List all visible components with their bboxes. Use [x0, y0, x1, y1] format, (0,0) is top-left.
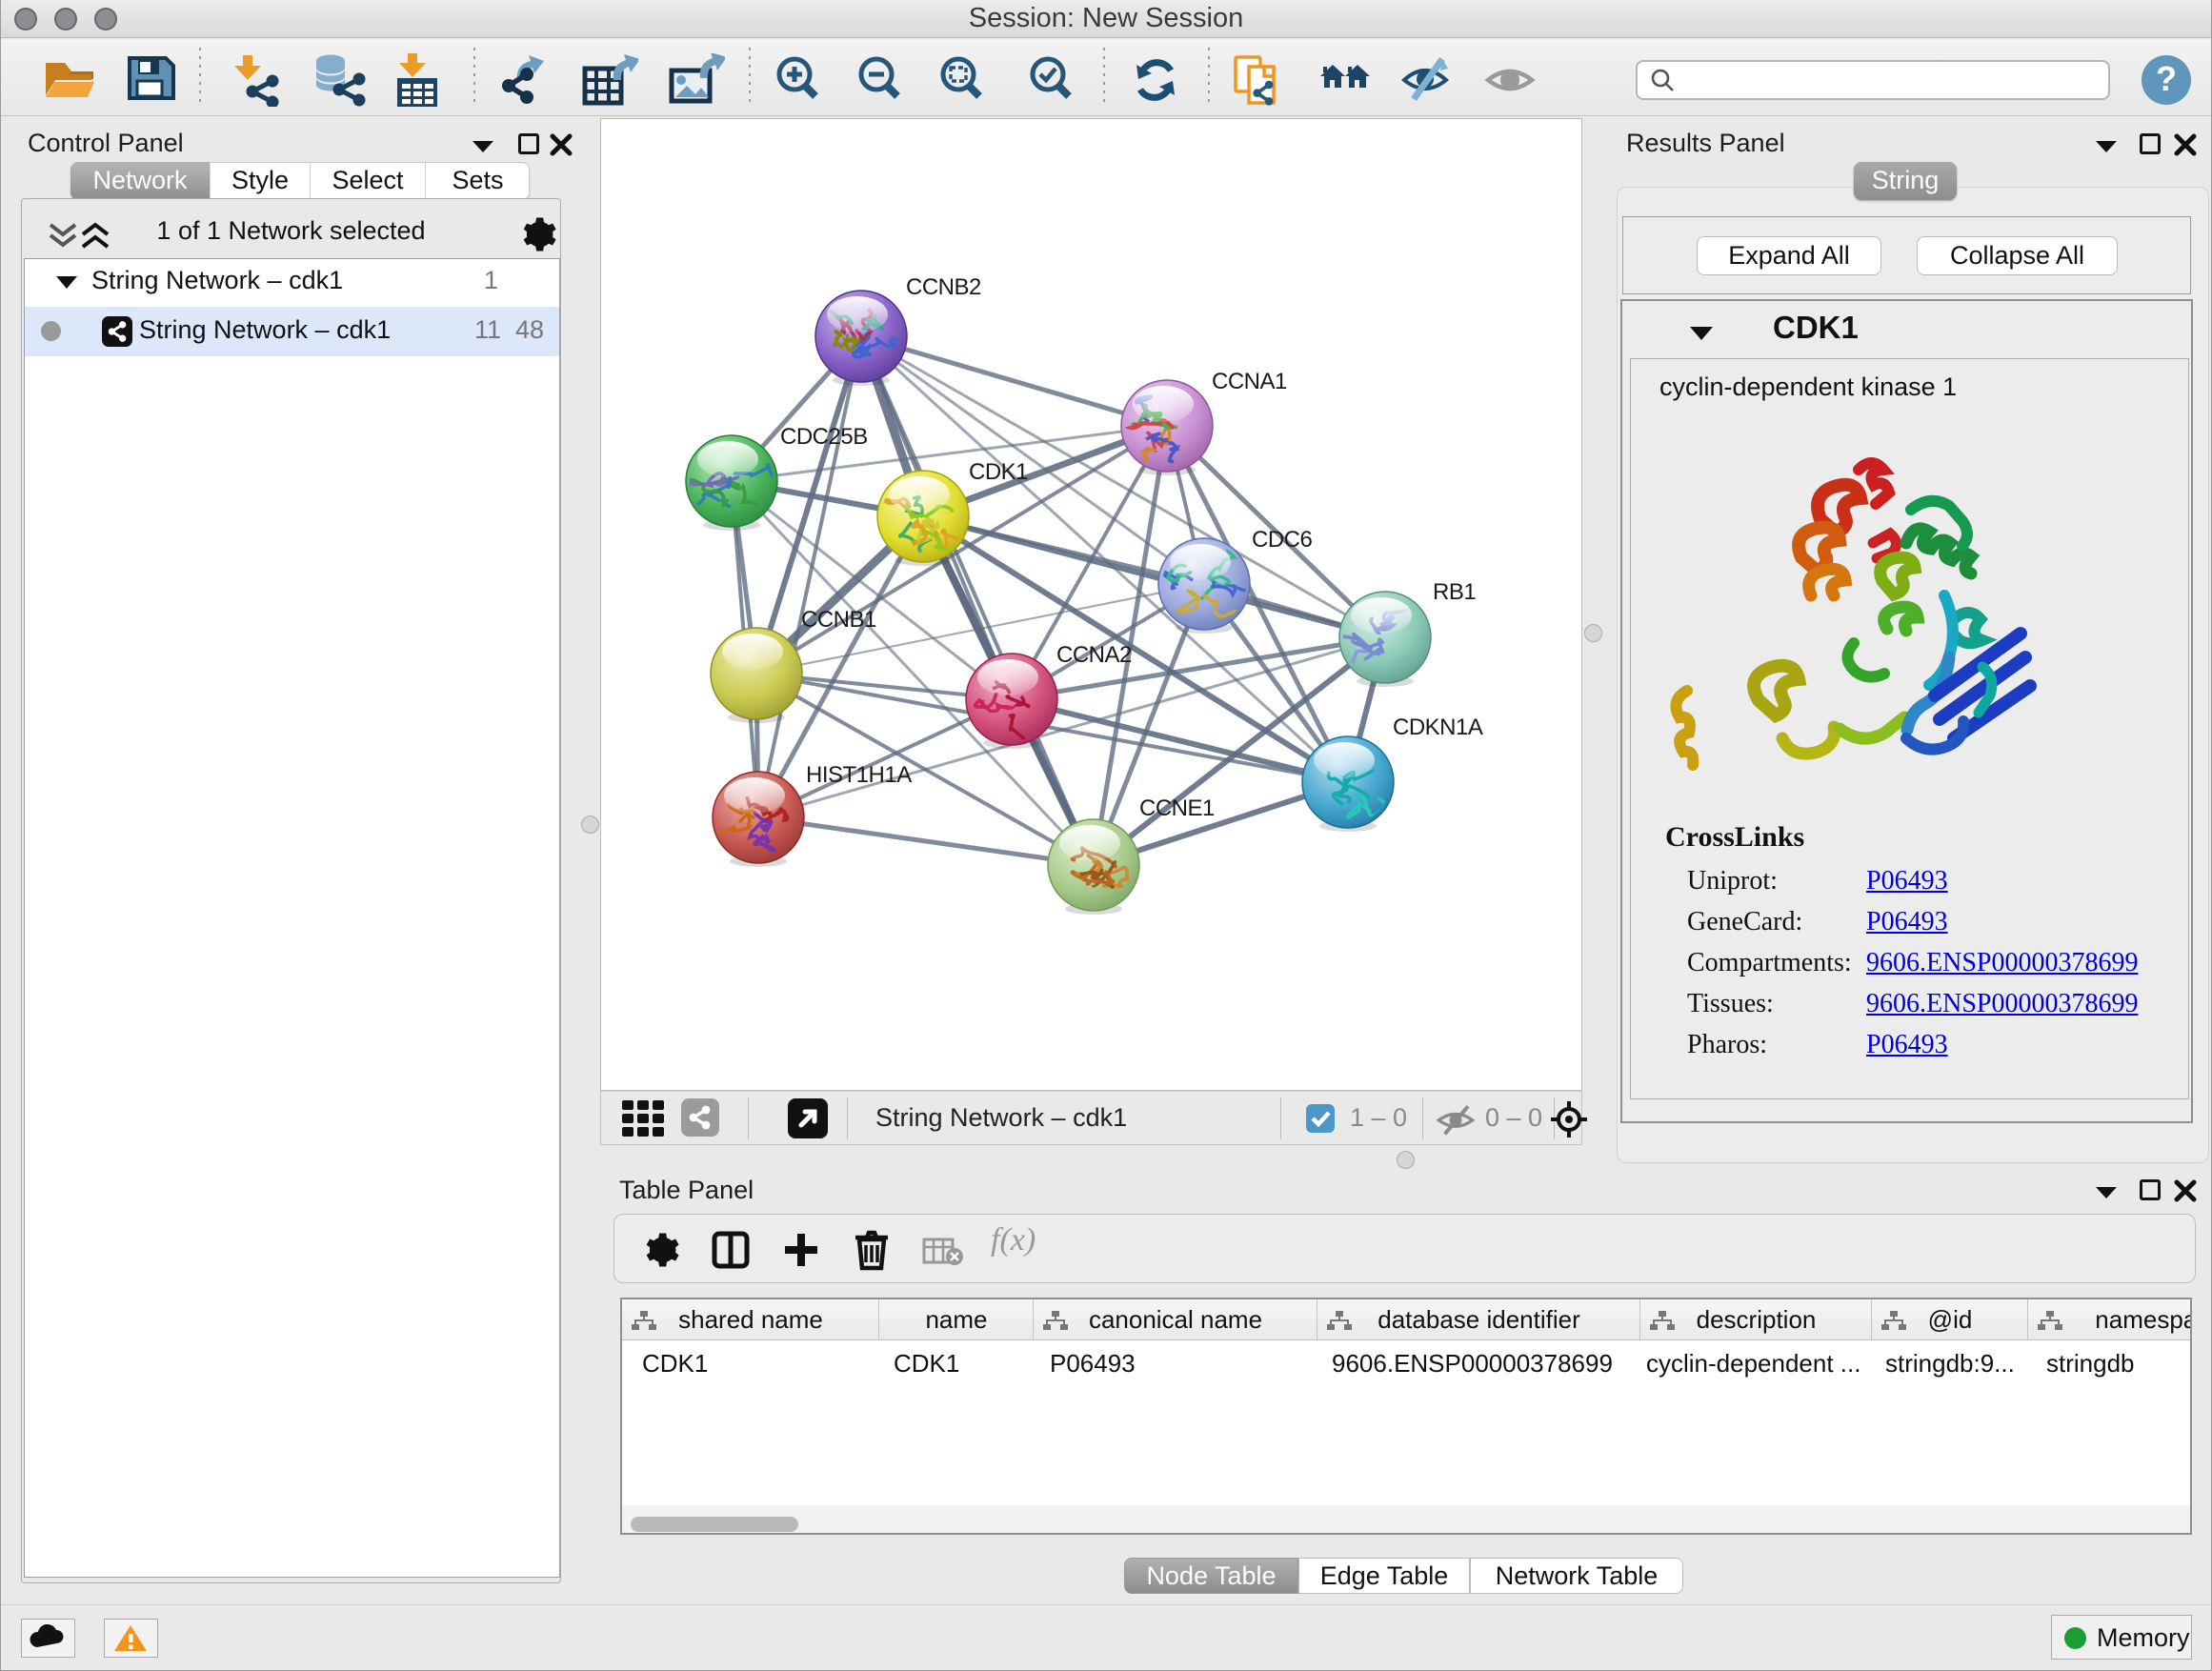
svg-text:HIST1H1A: HIST1H1A — [806, 762, 912, 788]
svg-text:CCNB1: CCNB1 — [801, 607, 876, 633]
svg-text:CCNA1: CCNA1 — [1212, 369, 1287, 394]
svg-text:CCNE1: CCNE1 — [1139, 795, 1215, 821]
svg-text:CDC25B: CDC25B — [780, 424, 868, 450]
svg-text:CCNA2: CCNA2 — [1056, 642, 1132, 668]
svg-text:CCNB2: CCNB2 — [906, 274, 981, 300]
svg-text:CDC6: CDC6 — [1252, 527, 1312, 553]
svg-text:CDKN1A: CDKN1A — [1393, 715, 1483, 740]
svg-text:CDK1: CDK1 — [969, 459, 1028, 485]
svg-text:RB1: RB1 — [1433, 579, 1476, 605]
